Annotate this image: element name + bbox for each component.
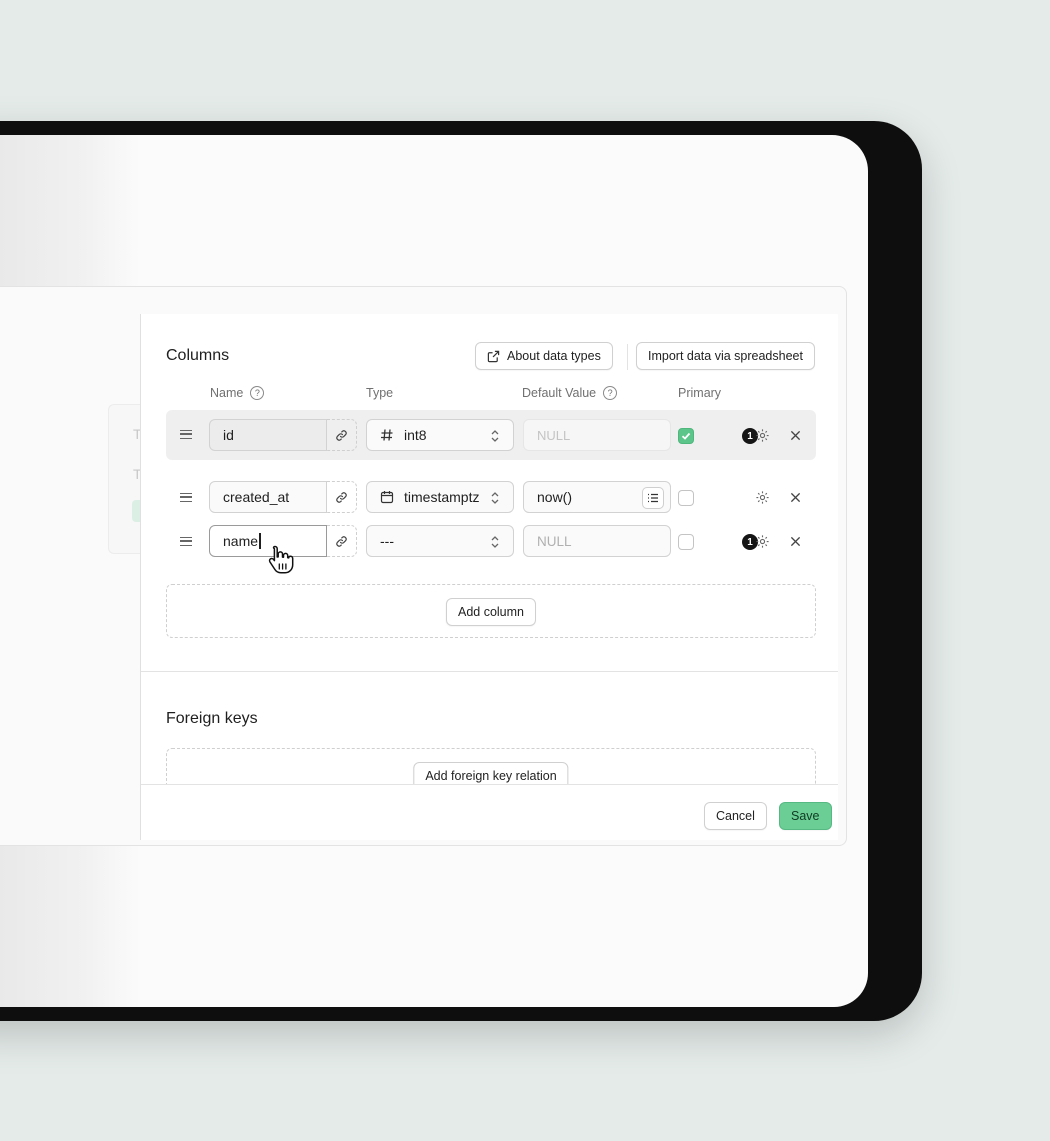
column-type-select[interactable]: --- bbox=[366, 525, 514, 557]
hand-cursor-icon bbox=[268, 545, 294, 574]
close-icon[interactable] bbox=[790, 430, 801, 441]
text-caret bbox=[259, 533, 261, 549]
add-column-area: Add column bbox=[166, 584, 816, 638]
foreign-keys-title: Foreign keys bbox=[166, 710, 258, 727]
primary-key-checkbox[interactable] bbox=[678, 534, 694, 550]
import-spreadsheet-button[interactable]: Import data via spreadsheet bbox=[636, 342, 815, 370]
foreign-key-link-button[interactable] bbox=[327, 525, 357, 557]
help-icon[interactable]: ? bbox=[250, 386, 265, 400]
add-column-button[interactable]: Add column bbox=[445, 598, 537, 626]
gear-icon[interactable] bbox=[755, 490, 770, 505]
about-data-types-label: About data types bbox=[507, 349, 601, 363]
add-foreign-key-label: Add foreign key relation bbox=[425, 769, 557, 783]
drag-handle-icon[interactable] bbox=[180, 537, 192, 546]
about-data-types-button[interactable]: About data types bbox=[475, 342, 613, 370]
suggestions-button[interactable] bbox=[642, 487, 664, 509]
default-value-input[interactable]: NULL bbox=[523, 525, 671, 557]
foreign-key-link-button[interactable] bbox=[327, 419, 357, 451]
external-link-icon bbox=[487, 350, 500, 362]
save-button[interactable]: Save bbox=[779, 802, 832, 830]
primary-key-checkbox[interactable] bbox=[678, 490, 694, 506]
list-icon bbox=[648, 493, 658, 503]
column-type-select[interactable]: timestamptz bbox=[366, 481, 514, 513]
primary-key-checkbox[interactable] bbox=[678, 428, 694, 444]
chevron-up-down-icon bbox=[491, 536, 499, 548]
chevron-up-down-icon bbox=[491, 430, 499, 442]
column-name-input[interactable]: id bbox=[209, 419, 327, 451]
link-icon bbox=[336, 535, 347, 547]
column-row: created_at timestamptz now() bbox=[166, 472, 816, 522]
table-side-panel: Columns About data types Import data via… bbox=[140, 314, 838, 840]
column-name-input[interactable]: created_at bbox=[209, 481, 327, 513]
gear-icon[interactable] bbox=[755, 428, 770, 443]
columns-title: Columns bbox=[166, 347, 230, 364]
cancel-button[interactable]: Cancel bbox=[704, 802, 767, 830]
column-row: id int8 NULL 1 bbox=[166, 410, 816, 460]
header-default-value: Default Value ? bbox=[522, 386, 618, 400]
check-icon bbox=[681, 432, 691, 440]
import-spreadsheet-label: Import data via spreadsheet bbox=[648, 349, 803, 363]
hash-icon bbox=[381, 429, 393, 441]
chevron-up-down-icon bbox=[491, 492, 499, 504]
calendar-icon bbox=[380, 491, 394, 504]
section-divider bbox=[141, 671, 838, 672]
help-icon[interactable]: ? bbox=[603, 386, 618, 400]
drag-handle-icon[interactable] bbox=[180, 493, 192, 502]
gear-icon[interactable] bbox=[755, 534, 770, 549]
add-column-label: Add column bbox=[457, 605, 525, 619]
link-icon bbox=[336, 429, 347, 441]
default-value-input[interactable]: now() bbox=[523, 481, 671, 513]
foreign-key-link-button[interactable] bbox=[327, 481, 357, 513]
column-row: name --- NULL 1 bbox=[166, 516, 816, 566]
close-icon[interactable] bbox=[790, 492, 801, 503]
header-name: Name ? bbox=[210, 386, 265, 400]
drag-handle-icon[interactable] bbox=[180, 430, 192, 439]
link-icon bbox=[336, 491, 347, 503]
header-primary: Primary bbox=[678, 386, 722, 400]
close-icon[interactable] bbox=[790, 536, 801, 547]
header-type: Type bbox=[366, 386, 394, 400]
column-type-select[interactable]: int8 bbox=[366, 419, 514, 451]
default-value-input: NULL bbox=[523, 419, 671, 451]
panel-footer: Cancel Save bbox=[141, 784, 838, 840]
toolbar-separator bbox=[627, 344, 628, 370]
